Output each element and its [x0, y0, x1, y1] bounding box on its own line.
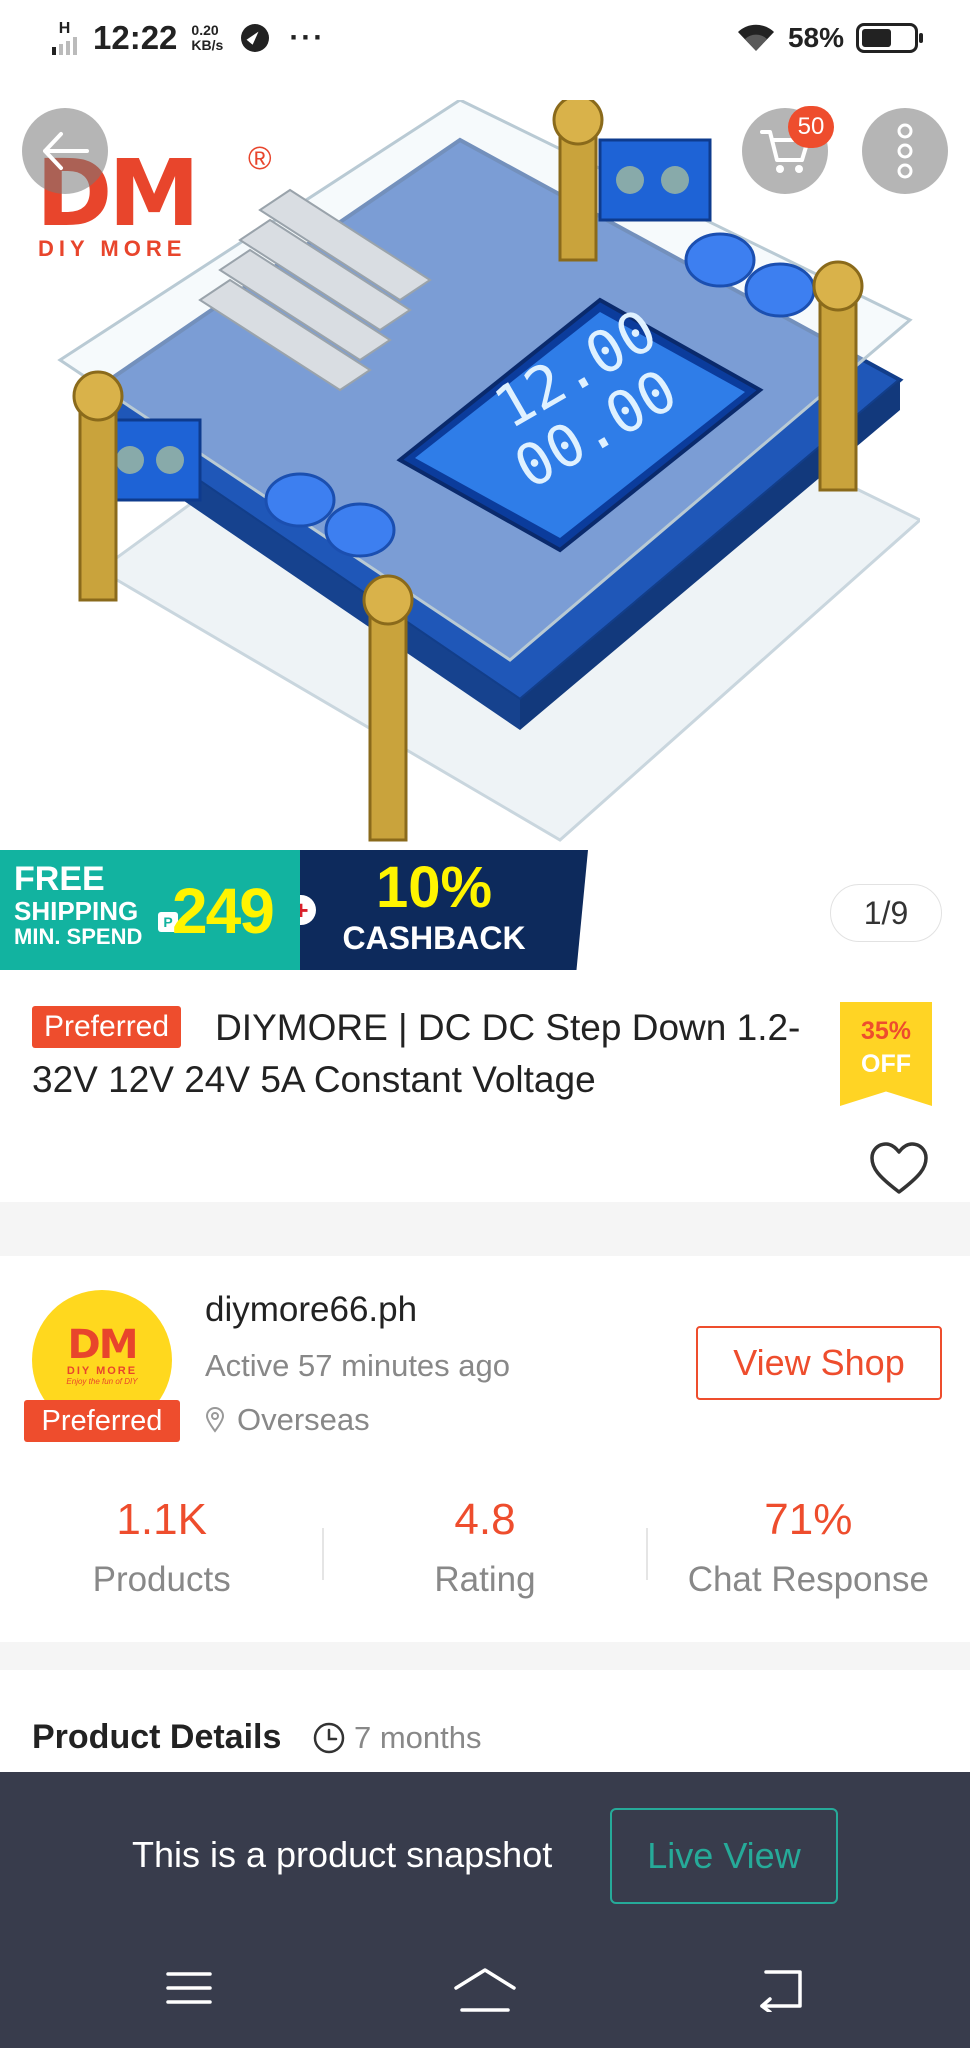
- stat-value: 4.8: [454, 1495, 516, 1544]
- free-shipping-banner: FREE SHIPPING MIN. SPEND P 249: [0, 850, 300, 970]
- section-divider: [0, 1642, 970, 1670]
- stat-divider: [322, 1528, 324, 1580]
- discount-off-label: OFF: [861, 1050, 911, 1078]
- battery-percent: 58%: [787, 22, 844, 53]
- product-details-section[interactable]: Product Details 7 months: [0, 1670, 970, 1770]
- stat-value: 71%: [764, 1495, 853, 1544]
- home-icon[interactable]: [452, 1966, 518, 2014]
- product-age-text: 7 months: [354, 1720, 482, 1755]
- preferred-badge: Preferred: [32, 1006, 182, 1048]
- avatar-logo-mark: DM: [67, 1321, 138, 1368]
- avatar-tagline: Enjoy the fun of DIY: [66, 1376, 138, 1386]
- back-button[interactable]: [22, 108, 108, 194]
- battery-icon: [856, 23, 923, 53]
- status-bar: H 12:22 0.20 KB/s ··· 58%: [0, 0, 970, 76]
- battery-level: [862, 29, 891, 47]
- cashback-banner: + 10% CASHBACK: [300, 850, 588, 970]
- product-details-title: Product Details: [32, 1718, 282, 1756]
- product-age: 7 months: [312, 1720, 482, 1756]
- discount-percent: 35%: [860, 1017, 912, 1045]
- network-speed-value: 0.20: [191, 22, 219, 38]
- registered-mark: ®: [248, 140, 272, 176]
- compass-icon: [241, 24, 270, 52]
- snapshot-notice: This is a product snapshot: [132, 1834, 553, 1875]
- stat-label: Products: [92, 1560, 231, 1599]
- section-divider: [0, 1202, 970, 1256]
- stat-products[interactable]: 1.1K Products: [0, 1492, 323, 1600]
- status-more-icon: ···: [289, 21, 326, 54]
- location-pin-icon: [205, 1407, 225, 1433]
- stat-label: Chat Response: [687, 1560, 929, 1599]
- discount-badge: 35% OFF: [840, 1002, 932, 1106]
- snapshot-bar: This is a product snapshot Live View: [0, 1772, 970, 2048]
- stat-rating[interactable]: 4.8 Rating: [323, 1492, 646, 1600]
- image-page-indicator: 1/9: [830, 884, 942, 942]
- network-speed: 0.20 KB/s: [191, 23, 223, 53]
- more-vertical-icon: [897, 123, 913, 179]
- brand-logo-text: DIY MORE: [38, 236, 187, 261]
- heart-icon[interactable]: [868, 1140, 930, 1196]
- shop-location-text: Overseas: [237, 1402, 370, 1437]
- signal-icon: [52, 37, 77, 55]
- wifi-icon: [737, 24, 774, 51]
- network-speed-unit: KB/s: [191, 37, 224, 53]
- network-type: H: [58, 20, 71, 37]
- shop-name[interactable]: diymore66.ph: [205, 1290, 417, 1330]
- stat-divider: [646, 1528, 648, 1580]
- back-nav-icon[interactable]: [756, 1966, 806, 2012]
- back-arrow-icon: [43, 132, 89, 170]
- shop-location: Overseas: [205, 1402, 370, 1438]
- live-view-button[interactable]: Live View: [610, 1808, 838, 1904]
- clock-icon: [313, 1722, 345, 1754]
- promo-free-text: FREE: [14, 860, 105, 898]
- shop-active-status: Active 57 minutes ago: [205, 1348, 511, 1383]
- shop-preferred-badge: Preferred: [24, 1400, 180, 1442]
- shop-section: DM DIY MORE Enjoy the fun of DIY Preferr…: [0, 1256, 970, 1642]
- cart-count-badge: 50: [788, 106, 834, 148]
- cashback-text: CASHBACK: [342, 920, 526, 956]
- menu-icon[interactable]: [164, 1966, 214, 2010]
- system-nav-bar: [0, 1948, 970, 2048]
- promo-min-amount: 249: [172, 875, 275, 947]
- shop-stats: 1.1K Products 4.8 Rating 71% Chat Respon…: [0, 1492, 970, 1600]
- more-options-button[interactable]: [862, 108, 948, 194]
- avatar-logo-text: DIY MORE: [66, 1364, 138, 1377]
- view-shop-button[interactable]: View Shop: [696, 1326, 942, 1400]
- clock: 12:22: [93, 19, 178, 56]
- product-title-section: Preferred DIYMORE | DC DC Step Down 1.2-3…: [0, 970, 970, 1202]
- product-image-carousel[interactable]: 12.00 00.00 DM ® DIY MORE 50: [0, 0, 970, 970]
- stat-value: 1.1K: [116, 1495, 207, 1544]
- cashback-percent: 10%: [375, 855, 493, 920]
- cart-button[interactable]: 50: [742, 106, 834, 194]
- mobile-signal: H: [52, 21, 77, 55]
- promo-shipping-text: SHIPPING: [14, 896, 139, 926]
- stat-label: Rating: [434, 1560, 536, 1599]
- stat-chat-response[interactable]: 71% Chat Response: [647, 1492, 970, 1600]
- product-title: Preferred DIYMORE | DC DC Step Down 1.2-3…: [32, 1002, 812, 1106]
- promo-banner[interactable]: FREE SHIPPING MIN. SPEND P 249 + 10% CAS…: [0, 850, 588, 970]
- promo-min-spend-text: MIN. SPEND: [14, 924, 143, 949]
